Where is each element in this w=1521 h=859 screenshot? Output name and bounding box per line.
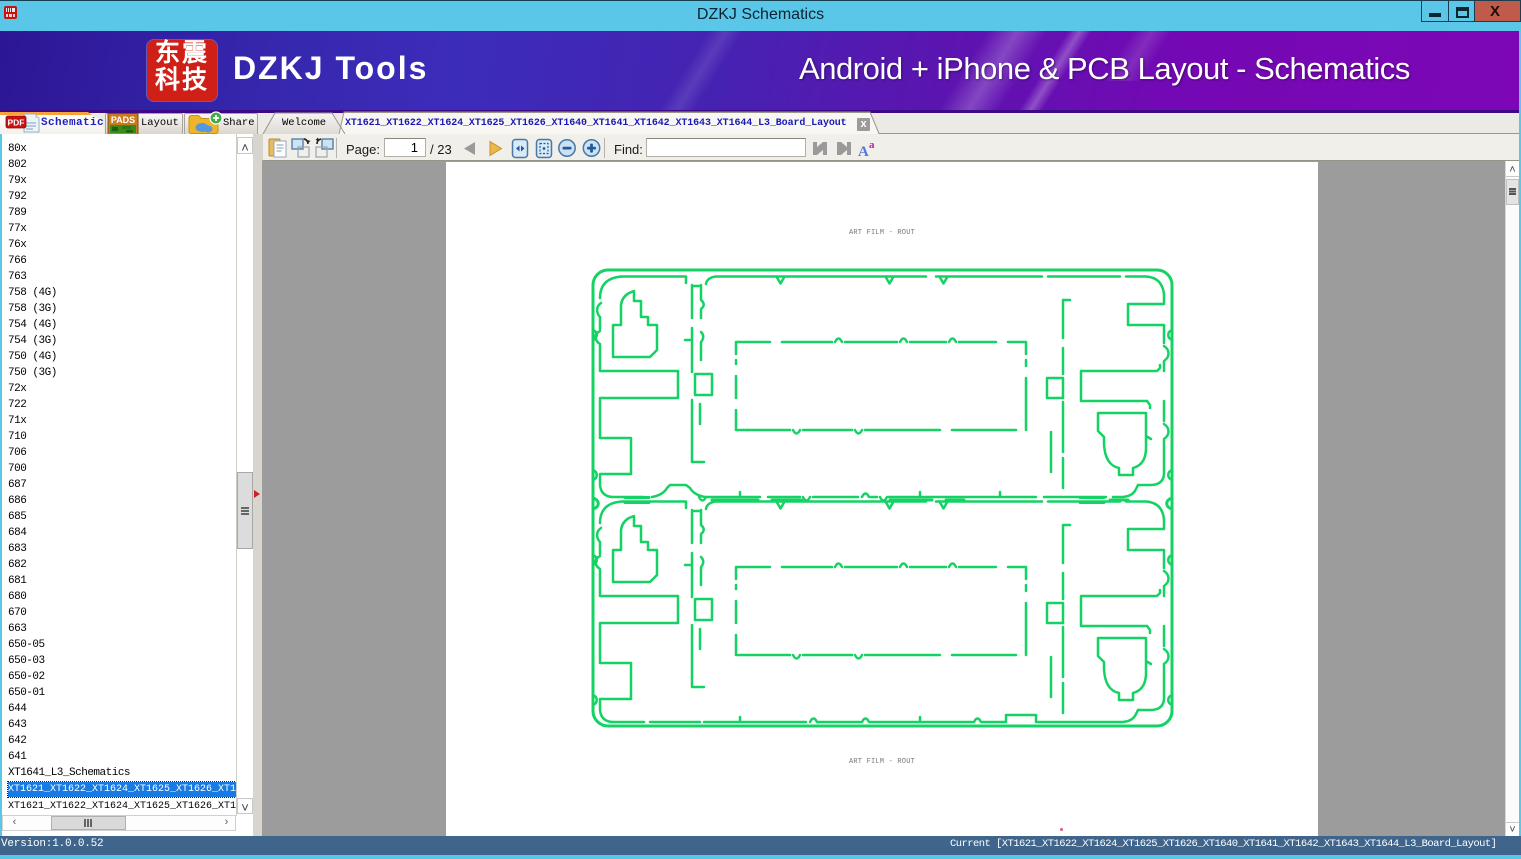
svg-text:a: a	[869, 139, 875, 151]
svg-text:A: A	[858, 144, 869, 160]
